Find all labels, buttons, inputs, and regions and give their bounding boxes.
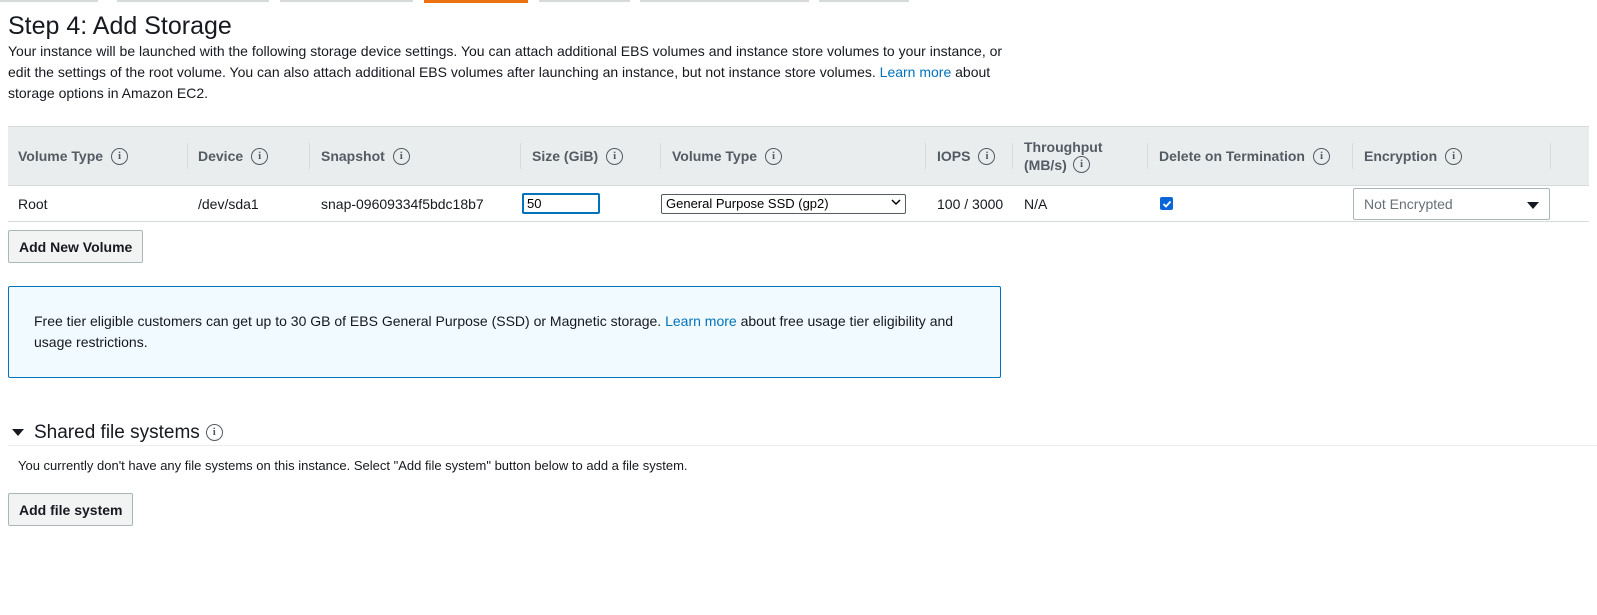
header-label: IOPS [937,148,971,164]
storage-table: Volume Type i Device i Snapshot i Size (… [8,126,1589,222]
intro-body: Your instance will be launched with the … [8,43,1003,80]
info-icon[interactable]: i [111,147,129,165]
header-ebs-volume-type: Volume Type i [661,127,926,185]
cell-volume-type: Root [18,195,48,212]
header-snapshot: Snapshot i [310,127,521,185]
caret-down-icon[interactable] [12,429,24,436]
learn-more-link[interactable]: Learn more [880,64,952,80]
check-icon [1162,200,1171,208]
size-input[interactable] [522,193,600,214]
shared-file-systems-header[interactable]: Shared file systems i [8,420,1597,446]
header-delete-on-termination: Delete on Termination i [1148,127,1353,185]
wizard-tab[interactable] [117,0,269,2]
encryption-select[interactable]: Not Encrypted [1353,187,1550,220]
encryption-value: Not Encrypted [1364,195,1453,212]
column-divider[interactable] [1550,143,1551,169]
chevron-down-icon [891,198,901,205]
notice-text: Free tier eligible customers can get up … [34,313,662,329]
table-row: Root /dev/sda1 snap-09609334f5bdc18b7 Ge… [8,186,1589,222]
info-icon[interactable]: i [205,424,223,441]
header-label: Snapshot [321,148,385,164]
info-icon[interactable]: i [1445,147,1463,165]
section-title: Shared file systems [34,421,200,443]
table-header: Volume Type i Device i Snapshot i Size (… [8,126,1589,186]
header-device: Device i [188,127,310,185]
cell-snapshot: snap-09609334f5bdc18b7 [321,195,484,212]
header-label: Delete on Termination [1159,148,1305,164]
header-label: Throughput (MB/s) [1024,139,1103,173]
wizard-tab[interactable] [539,0,630,2]
caret-down-icon [1527,201,1539,209]
header-throughput: Throughput (MB/s) i [1013,127,1148,185]
cell-delete-on-termination [1160,186,1173,221]
info-icon[interactable]: i [978,147,996,165]
wizard-tab[interactable] [819,0,909,2]
cell-ebs-volume-type: General Purpose SSD (gp2) [661,186,906,221]
info-icon[interactable]: i [392,147,410,165]
header-size: Size (GiB) i [521,127,661,185]
wizard-tab[interactable] [640,0,809,2]
header-label: Encryption [1364,148,1438,164]
cell-device: /dev/sda1 [198,195,259,212]
intro-text: Your instance will be launched with the … [8,41,1018,104]
header-label: Size (GiB) [532,148,599,164]
header-label: Device [198,148,244,164]
page-title: Step 4: Add Storage [8,12,232,40]
header-iops: IOPS i [926,127,1013,185]
wizard-tab[interactable] [0,0,98,2]
info-icon[interactable]: i [251,147,269,165]
header-label: Volume Type [18,148,104,164]
add-new-volume-button[interactable]: Add New Volume [8,230,144,263]
cell-throughput: N/A [1024,195,1048,212]
info-icon[interactable]: i [765,147,783,165]
volume-type-value: General Purpose SSD (gp2) [666,196,829,211]
cell-iops: 100 / 3000 [937,195,1004,212]
info-icon[interactable]: i [1073,156,1090,173]
free-tier-notice: Free tier eligible customers can get up … [8,286,1001,378]
header-label: Volume Type [672,148,758,164]
cell-size [522,186,600,221]
shared-file-systems-description: You currently don't have any file system… [18,458,688,473]
add-file-system-button[interactable]: Add file system [8,493,134,526]
notice-learn-more-link[interactable]: Learn more [665,313,737,329]
cell-encryption: Not Encrypted [1353,186,1550,221]
volume-type-select[interactable]: General Purpose SSD (gp2) [661,193,906,214]
header-encryption: Encryption i [1353,127,1551,185]
delete-on-termination-checkbox[interactable] [1160,197,1173,210]
header-throughput-wrap: Throughput (MB/s) [1024,138,1114,174]
info-icon[interactable]: i [606,147,624,165]
info-icon[interactable]: i [1312,147,1330,165]
wizard-tab[interactable] [280,0,413,2]
wizard-tab-strip [0,0,1597,3]
wizard-tab-active[interactable] [424,0,528,3]
header-volume-type: Volume Type i [8,127,188,185]
